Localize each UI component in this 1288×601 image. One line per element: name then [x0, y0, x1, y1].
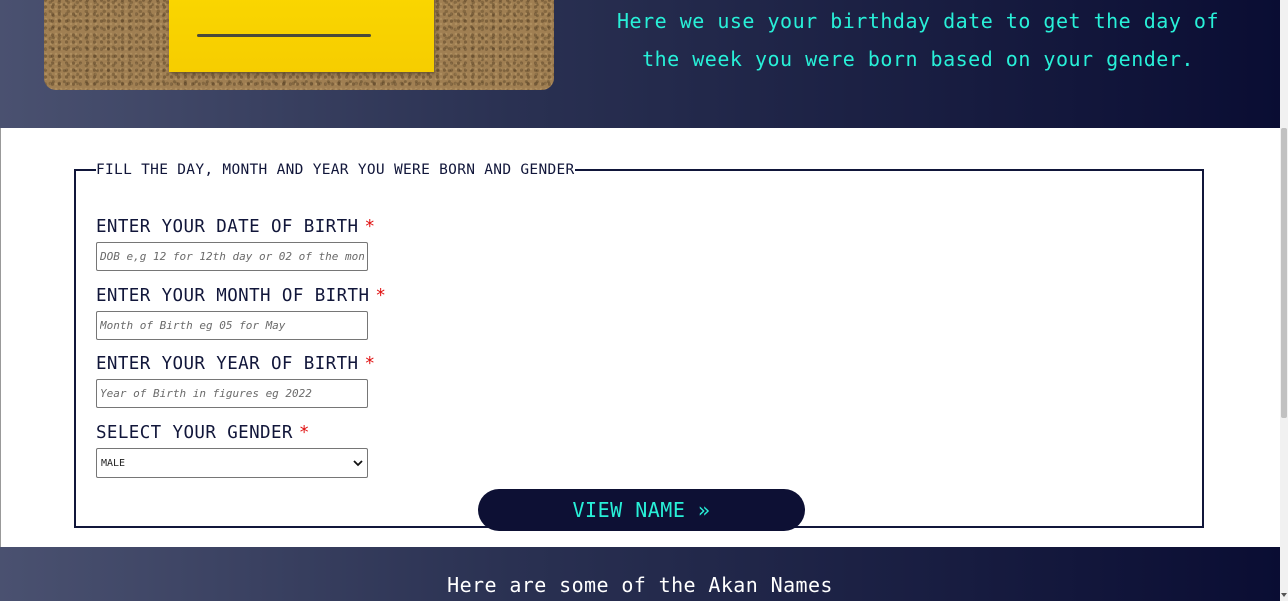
akan-names-title: Here are some of the Akan Names	[447, 573, 833, 597]
month-label-text: ENTER YOUR MONTH OF BIRTH	[96, 286, 370, 306]
required-mark: *	[364, 354, 376, 374]
gender-label-text: SELECT YOUR GENDER	[96, 423, 293, 443]
scrollbar-thumb[interactable]	[1281, 128, 1287, 418]
sticky-note-line	[197, 34, 371, 37]
gender-selected-value: MALE	[101, 457, 126, 469]
hero-description: Here we use your birthday date to get th…	[617, 9, 1219, 71]
chevron-down-icon	[353, 456, 363, 470]
month-label: ENTER YOUR MONTH OF BIRTH *	[96, 285, 386, 307]
date-field-group: ENTER YOUR DATE OF BIRTH *	[96, 216, 375, 271]
page: Here we use your birthday date to get th…	[0, 0, 1280, 601]
hero-banner: Here we use your birthday date to get th…	[0, 0, 1280, 128]
date-input[interactable]	[96, 242, 368, 271]
birth-form: FILL THE DAY, MONTH AND YEAR YOU WERE BO…	[74, 162, 1204, 531]
month-input[interactable]	[96, 311, 368, 340]
view-name-button[interactable]: VIEW NAME »	[478, 489, 805, 531]
year-input[interactable]	[96, 379, 368, 408]
gender-field-group: SELECT YOUR GENDER * MALE	[96, 422, 368, 478]
required-mark: *	[375, 286, 387, 306]
year-label-text: ENTER YOUR YEAR OF BIRTH	[96, 354, 359, 374]
year-field-group: ENTER YOUR YEAR OF BIRTH *	[96, 353, 375, 408]
gender-label: SELECT YOUR GENDER *	[96, 422, 368, 444]
date-label: ENTER YOUR DATE OF BIRTH *	[96, 216, 375, 238]
scroll-down-icon[interactable]	[1280, 591, 1288, 601]
hero-image	[44, 0, 554, 90]
gender-select[interactable]: MALE	[96, 448, 368, 478]
page-left-border	[0, 128, 1, 547]
form-legend: FILL THE DAY, MONTH AND YEAR YOU WERE BO…	[96, 162, 575, 178]
month-field-group: ENTER YOUR MONTH OF BIRTH *	[96, 285, 386, 340]
year-label: ENTER YOUR YEAR OF BIRTH *	[96, 353, 375, 375]
required-mark: *	[298, 423, 310, 443]
sticky-note-image	[169, 0, 434, 72]
vertical-scrollbar[interactable]	[1280, 0, 1288, 601]
date-label-text: ENTER YOUR DATE OF BIRTH	[96, 217, 359, 237]
required-mark: *	[364, 217, 376, 237]
akan-names-section: Here are some of the Akan Names	[0, 547, 1280, 601]
